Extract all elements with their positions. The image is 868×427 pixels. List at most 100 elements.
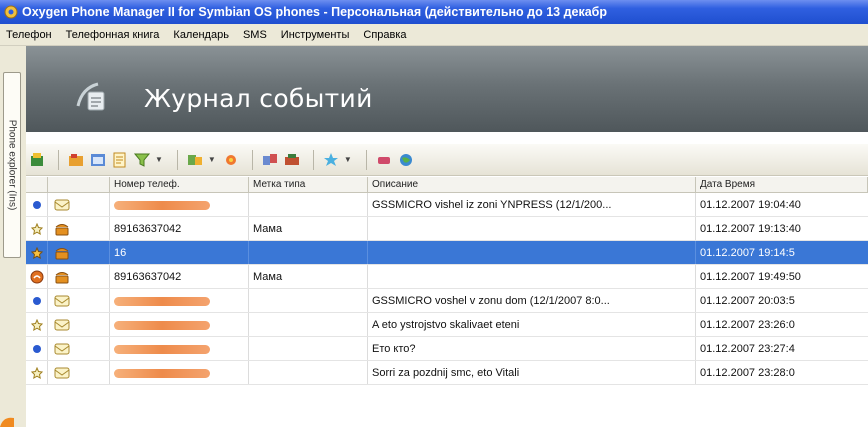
toolbar-separator: [365, 149, 367, 170]
phone-icon: [55, 224, 69, 236]
redacted-number: [114, 200, 210, 210]
call-status-icon: [31, 247, 43, 259]
menu-phonebook[interactable]: Телефонная книга: [64, 27, 162, 43]
table-row[interactable]: Sorri za pozdnij smc, eto Vitali 01.12.2…: [26, 361, 868, 385]
menu-sms[interactable]: SMS: [241, 27, 269, 43]
table-row[interactable]: 89163637042 Мама 01.12.2007 19:13:40: [26, 217, 868, 241]
column-header-datetime[interactable]: Дата Время: [696, 177, 868, 192]
menu-phone[interactable]: Телефон: [4, 27, 54, 43]
description-cell: GSSMICRO vishel iz zoni YNPRESS (12/1/20…: [368, 193, 696, 216]
title-bar: Oxygen Phone Manager II for Symbian OS p…: [0, 0, 868, 24]
column-header-type[interactable]: [48, 177, 110, 192]
status-cell: [26, 361, 48, 384]
label-cell: Мама: [249, 217, 368, 240]
table-row[interactable]: GSSMICRO vishel iz zoni YNPRESS (12/1/20…: [26, 193, 868, 217]
flower-icon[interactable]: [222, 151, 240, 169]
phone-explorer-tab-label: Phone explorer (Ins): [6, 119, 18, 211]
table-row[interactable]: 89163637042 Мама 01.12.2007 19:49:50: [26, 265, 868, 289]
erase-icon[interactable]: [375, 151, 393, 169]
label-cell: Мама: [249, 265, 368, 288]
missed-call-icon: [30, 270, 44, 284]
description-cell: [368, 241, 696, 264]
toolbar-separator: [58, 149, 59, 170]
number-cell: 16: [110, 241, 249, 264]
open-icon[interactable]: [67, 151, 85, 169]
new-item-dropdown-icon[interactable]: ▼: [344, 155, 352, 164]
number-cell: [110, 337, 249, 360]
description-cell: A eto ystrojstvo skalivaet eteni: [368, 313, 696, 336]
column-header-label[interactable]: Метка типа: [249, 177, 368, 192]
description-cell: GSSMICRO voshel v zonu dom (12/1/2007 8:…: [368, 289, 696, 312]
section-banner: Журнал событий: [26, 46, 868, 132]
datetime-cell: 01.12.2007 23:26:0: [700, 319, 795, 331]
status-cell: [26, 241, 48, 264]
sync-icon[interactable]: [186, 151, 204, 169]
new-item-icon[interactable]: [322, 151, 340, 169]
label-cell: [249, 193, 368, 216]
phone-explorer-tab[interactable]: Phone explorer (Ins): [3, 72, 21, 258]
description-cell: [368, 217, 696, 240]
status-cell: [26, 217, 48, 240]
toolbar-separator: [251, 149, 253, 170]
label-cell: [249, 241, 368, 264]
phone-icon: [55, 272, 69, 284]
export-icon[interactable]: [28, 151, 46, 169]
status-cell: [26, 337, 48, 360]
view-icon[interactable]: [89, 151, 107, 169]
sms-envelope-icon: [54, 295, 70, 307]
filter-icon[interactable]: [133, 151, 151, 169]
column-header-description[interactable]: Описание: [368, 177, 696, 192]
compare-icon[interactable]: [261, 151, 279, 169]
datetime-cell: 01.12.2007 19:49:50: [700, 271, 801, 283]
number-cell: 89163637042: [110, 217, 249, 240]
window-title: Oxygen Phone Manager II for Symbian OS p…: [22, 5, 608, 19]
description-cell: [368, 265, 696, 288]
table-row[interactable]: A eto ystrojstvo skalivaet eteni 01.12.2…: [26, 313, 868, 337]
sms-status-icon: [33, 345, 41, 353]
datetime-cell: 01.12.2007 19:04:40: [700, 199, 801, 211]
toolbar-separator: [312, 149, 314, 170]
phone-icon: [55, 248, 69, 260]
table-header: Номер телеф. Метка типа Описание Дата Вр…: [26, 177, 868, 193]
side-panel: Phone explorer (Ins): [0, 46, 26, 427]
events-table: Номер телеф. Метка типа Описание Дата Вр…: [26, 177, 868, 427]
redacted-number: [114, 296, 210, 306]
sync-dropdown-icon[interactable]: ▼: [208, 155, 216, 164]
label-cell: [249, 313, 368, 336]
sms-status-icon: [33, 201, 41, 209]
redacted-number: [114, 368, 210, 378]
table-row-selected[interactable]: 16 01.12.2007 19:14:5: [26, 241, 868, 265]
menu-help[interactable]: Справка: [361, 27, 408, 43]
datetime-cell: 01.12.2007 19:13:40: [700, 223, 801, 235]
table-row[interactable]: GSSMICRO voshel v zonu dom (12/1/2007 8:…: [26, 289, 868, 313]
call-status-icon: [31, 319, 43, 331]
corner-marker-icon: [0, 417, 14, 427]
redacted-number: [114, 344, 210, 354]
number-cell: [110, 361, 249, 384]
type-cell: [48, 313, 110, 336]
number-cell: [110, 193, 249, 216]
type-cell: [48, 337, 110, 360]
sms-envelope-icon: [54, 319, 70, 331]
call-status-icon: [31, 223, 43, 235]
table-row[interactable]: Ето кто? 01.12.2007 23:27:4: [26, 337, 868, 361]
filter-dropdown-icon[interactable]: ▼: [155, 155, 163, 164]
datetime-cell: 01.12.2007 23:27:4: [700, 343, 795, 355]
tools-icon[interactable]: [283, 151, 301, 169]
menu-tools[interactable]: Инструменты: [279, 27, 352, 43]
page-title: Журнал событий: [144, 84, 373, 113]
column-header-number[interactable]: Номер телеф.: [110, 177, 249, 192]
type-cell: [48, 217, 110, 240]
globe-icon[interactable]: [397, 151, 415, 169]
description-cell: Ето кто?: [368, 337, 696, 360]
main-content: Журнал событий ▼ ▼ ▼ Номер телеф. Метка …: [26, 46, 868, 427]
document-icon[interactable]: [111, 151, 129, 169]
column-header-status[interactable]: [26, 177, 48, 192]
sms-envelope-icon: [54, 367, 70, 379]
type-cell: [48, 241, 110, 264]
toolbar: ▼ ▼ ▼: [26, 144, 868, 176]
toolbar-separator: [176, 149, 178, 170]
menu-bar: Телефон Телефонная книга Календарь SMS И…: [0, 24, 868, 46]
label-cell: [249, 289, 368, 312]
menu-calendar[interactable]: Календарь: [171, 27, 231, 43]
